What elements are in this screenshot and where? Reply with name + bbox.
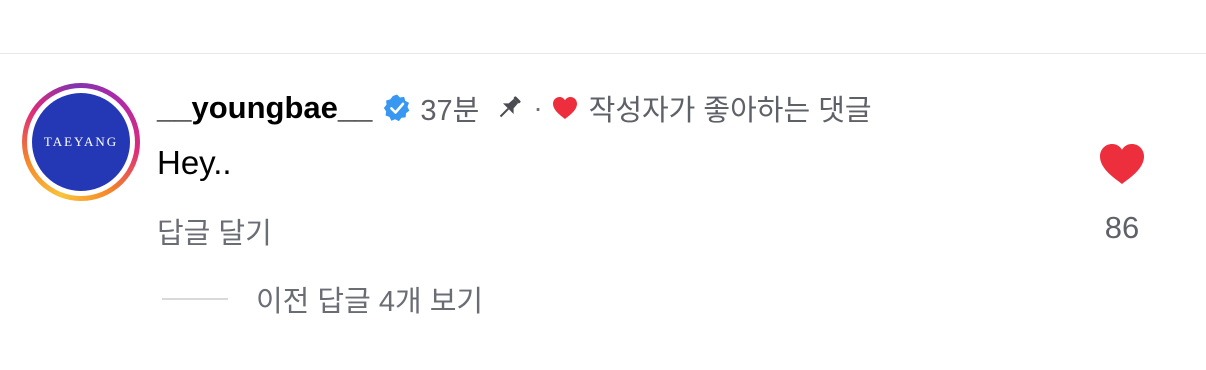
heart-icon: [552, 97, 577, 119]
avatar-logo-text: TAEYANG: [43, 134, 119, 149]
comment-text: Hey..: [157, 144, 232, 181]
avatar-story-ring[interactable]: TAEYANG: [22, 83, 140, 201]
comment-item: TAEYANG __youngbae__ 37분 · 작성자가 좋아하는 댓글 …: [0, 0, 1206, 370]
username-link[interactable]: __youngbae__: [157, 90, 372, 126]
comment-meta-row: __youngbae__ 37분 · 작성자가 좋아하는 댓글: [157, 86, 872, 130]
avatar[interactable]: TAEYANG: [32, 93, 130, 191]
verified-badge-icon: [384, 94, 410, 122]
comment-time: 37분: [420, 95, 480, 127]
meta-separator: ·: [533, 92, 543, 123]
heart-filled-icon[interactable]: [1097, 141, 1147, 187]
reply-button[interactable]: 답글 달기: [157, 210, 272, 252]
replies-divider-line: [162, 298, 228, 300]
liked-by-author-label: 작성자가 좋아하는 댓글: [588, 95, 872, 127]
view-replies-label[interactable]: 이전 답글 4개 보기: [256, 278, 483, 320]
view-replies-button[interactable]: 이전 답글 4개 보기: [162, 278, 483, 320]
pin-icon: [500, 96, 521, 118]
like-count: 86: [1104, 210, 1140, 245]
